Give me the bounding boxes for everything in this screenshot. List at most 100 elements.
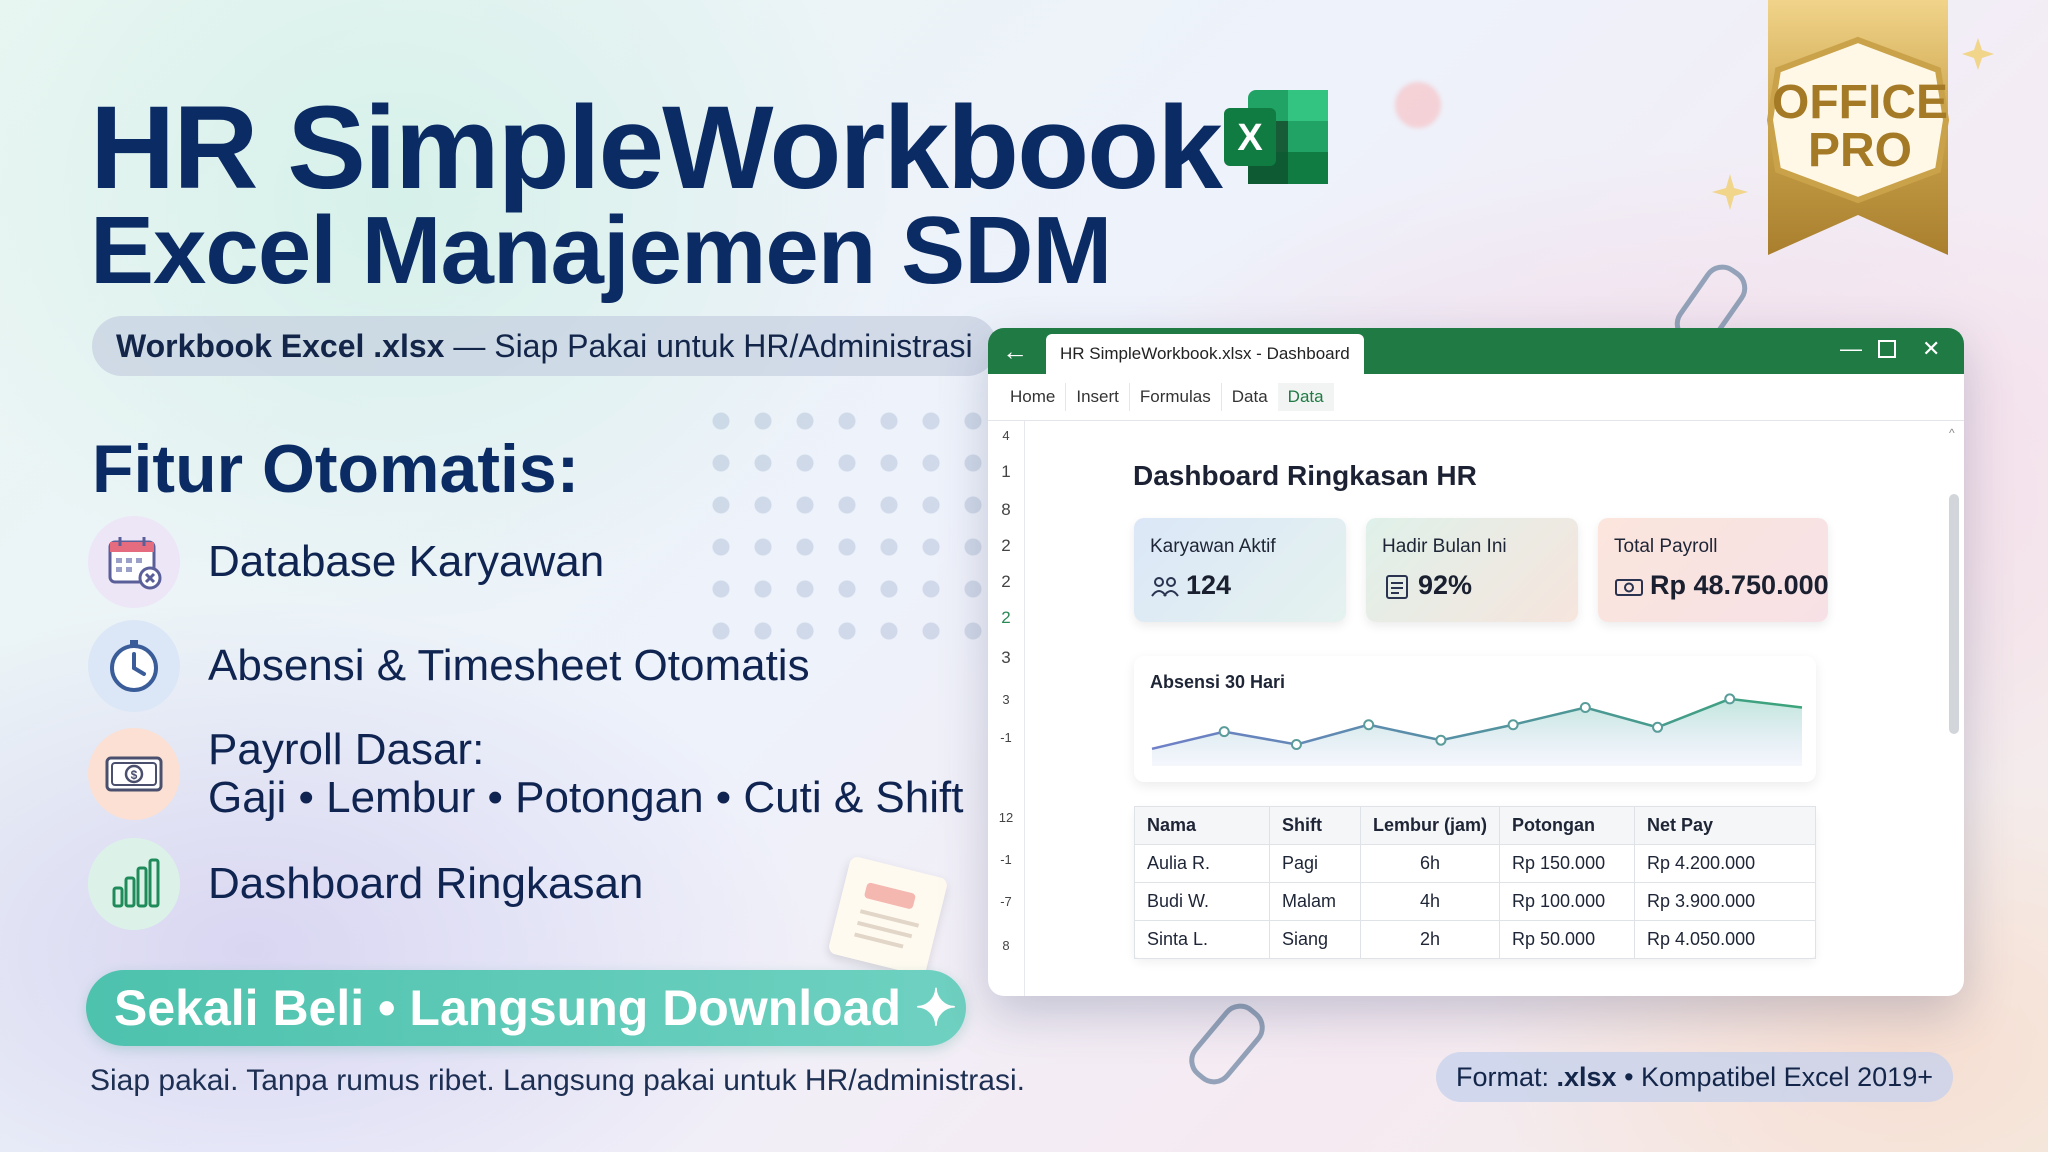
subtitle-pill: Workbook Excel .xlsx — Siap Pakai untuk … <box>92 316 997 376</box>
row-number: -1 <box>1000 852 1012 867</box>
table-row[interactable]: Sinta L. Siang 2h Rp 50.000 Rp 4.050.000 <box>1134 920 1816 959</box>
decor-blob <box>1395 82 1441 128</box>
cell-netpay[interactable]: Rp 4.050.000 <box>1634 920 1816 959</box>
kpi-card-hadir: Hadir Bulan Ini 92% <box>1366 518 1578 622</box>
cell-lembur[interactable]: 4h <box>1359 882 1501 921</box>
kpi-label: Karyawan Aktif <box>1150 536 1276 557</box>
format-prefix: Format: <box>1456 1061 1557 1092</box>
cell-nama[interactable]: Budi W. <box>1134 882 1270 921</box>
minimize-icon[interactable]: — <box>1840 336 1862 362</box>
kpi-value: 92% <box>1418 570 1473 600</box>
row-number: 12 <box>998 810 1014 825</box>
cell-shift[interactable]: Malam <box>1269 882 1361 921</box>
cell-shift[interactable]: Siang <box>1269 920 1361 959</box>
table-header-row: Nama Shift Lembur (jam) Potongan Net Pay <box>1134 806 1816 845</box>
row-number: 1 <box>1001 462 1011 481</box>
money-icon: $ <box>88 728 180 820</box>
kpi-card-payroll: Total Payroll Rp 48.750.000 <box>1598 518 1829 622</box>
cash-icon <box>1615 579 1643 596</box>
cell-potongan[interactable]: Rp 50.000 <box>1499 920 1636 959</box>
tab-insert[interactable]: Insert <box>1066 383 1130 411</box>
feature-text-multiline: Payroll Dasar: Gaji • Lembur • Potongan … <box>208 726 963 822</box>
ribbon-tabs: Home Insert Formulas Data Data <box>988 374 1964 421</box>
chart-point <box>1579 702 1591 714</box>
chart-point <box>1507 719 1519 731</box>
tab-data-active[interactable]: Data <box>1277 383 1334 411</box>
kpi-card-karyawan: Karyawan Aktif 124 <box>1134 518 1346 622</box>
tagline: Siap pakai. Tanpa rumus ribet. Langsung … <box>90 1064 1025 1097</box>
vertical-scrollbar[interactable]: ^ <box>1948 424 1960 986</box>
feature-item: Database Karyawan <box>88 516 604 608</box>
row-number: 2 <box>1001 572 1011 591</box>
row-number: 2 <box>1001 608 1011 627</box>
subtitle-rest: — Siap Pakai untuk HR/Administrasi <box>444 327 973 364</box>
cell-lembur[interactable]: 6h <box>1359 844 1501 883</box>
attendance-chart: Absensi 30 Hari <box>1134 656 1816 782</box>
row-number: 8 <box>1002 938 1010 953</box>
paperclip-icon <box>1181 995 1273 1093</box>
cell-nama[interactable]: Sinta L. <box>1134 920 1270 959</box>
cell-lembur[interactable]: 2h <box>1359 920 1501 959</box>
cell-nama[interactable]: Aulia R. <box>1134 844 1270 883</box>
kpi-label: Total Payroll <box>1614 536 1718 557</box>
chart-point <box>1724 693 1736 705</box>
cta-button[interactable]: Sekali Beli • Langsung Download ✦ <box>86 970 966 1046</box>
column-header[interactable]: Potongan <box>1499 806 1636 845</box>
scroll-up-icon[interactable]: ^ <box>1949 426 1955 440</box>
column-header[interactable]: Shift <box>1269 806 1361 845</box>
employee-table: Nama Shift Lembur (jam) Potongan Net Pay… <box>1134 806 1816 959</box>
feature-item: Dashboard Ringkasan <box>88 838 643 930</box>
excel-window: ← HR SimpleWorkbook.xlsx - Dashboard — ✕… <box>988 328 1964 996</box>
decor-dots <box>700 400 1000 640</box>
chart-point <box>1652 721 1664 733</box>
chart-point <box>1218 726 1230 738</box>
tab-home[interactable]: Home <box>1000 383 1067 411</box>
column-header[interactable]: Net Pay <box>1634 806 1816 845</box>
calendar-icon <box>88 516 180 608</box>
feature-text-line2: Gaji • Lembur • Potongan • Cuti & Shift <box>208 773 964 822</box>
window-titlebar: ← HR SimpleWorkbook.xlsx - Dashboard — ✕ <box>988 328 1964 374</box>
sparkle-icon <box>1712 174 1748 210</box>
document-icon <box>1386 575 1408 599</box>
format-pill: Format: .xlsx • Kompatibel Excel 2019+ <box>1436 1052 1953 1102</box>
feature-text-line1: Payroll Dasar: <box>208 725 485 774</box>
format-rest: • Kompatibel Excel 2019+ <box>1616 1061 1933 1092</box>
tab-data[interactable]: Data <box>1222 383 1278 411</box>
chart-point <box>1435 734 1447 746</box>
cell-potongan[interactable]: Rp 150.000 <box>1499 844 1636 883</box>
column-header[interactable]: Nama <box>1134 806 1270 845</box>
cell-netpay[interactable]: Rp 4.200.000 <box>1634 844 1816 883</box>
table-row[interactable]: Aulia R. Pagi 6h Rp 150.000 Rp 4.200.000 <box>1134 844 1816 883</box>
people-icon <box>1151 577 1179 597</box>
chart-plot <box>1151 693 1803 766</box>
maximize-icon[interactable] <box>1878 338 1896 358</box>
row-number: 3 <box>1001 648 1011 667</box>
feature-item: $ Payroll Dasar: Gaji • Lembur • Potonga… <box>88 726 963 822</box>
scrollbar-thumb[interactable] <box>1949 494 1959 734</box>
back-arrow-icon[interactable]: ← <box>1002 336 1028 367</box>
chart-point <box>1290 739 1302 750</box>
cell-shift[interactable]: Pagi <box>1269 844 1361 883</box>
tab-formulas[interactable]: Formulas <box>1130 383 1222 411</box>
kpi-label: Hadir Bulan Ini <box>1382 536 1507 557</box>
row-number: 4 <box>1002 428 1010 443</box>
close-icon[interactable]: ✕ <box>1922 336 1940 362</box>
features-heading: Fitur Otomatis: <box>92 431 580 507</box>
clock-icon <box>88 620 180 712</box>
sparkle-icon <box>1962 38 1994 70</box>
row-number: 2 <box>1001 536 1011 555</box>
feature-text: Absensi & Timesheet Otomatis <box>208 641 810 690</box>
row-number: 8 <box>1001 500 1011 519</box>
kpi-value: Rp 48.750.000 <box>1650 570 1829 600</box>
cell-potongan[interactable]: Rp 100.000 <box>1499 882 1636 921</box>
feature-text: Database Karyawan <box>208 537 605 586</box>
column-header[interactable]: Lembur (jam) <box>1359 806 1501 845</box>
document-tab[interactable]: HR SimpleWorkbook.xlsx - Dashboard <box>1046 334 1364 374</box>
excel-logo-icon: X <box>1224 90 1328 184</box>
chart-point <box>1363 719 1375 731</box>
badge-line1: OFFICE <box>1772 76 1948 129</box>
row-number: -7 <box>1000 894 1012 909</box>
cell-netpay[interactable]: Rp 3.900.000 <box>1634 882 1816 921</box>
subtitle-bold: Workbook Excel .xlsx <box>116 327 445 364</box>
table-row[interactable]: Budi W. Malam 4h Rp 100.000 Rp 3.900.000 <box>1134 882 1816 921</box>
